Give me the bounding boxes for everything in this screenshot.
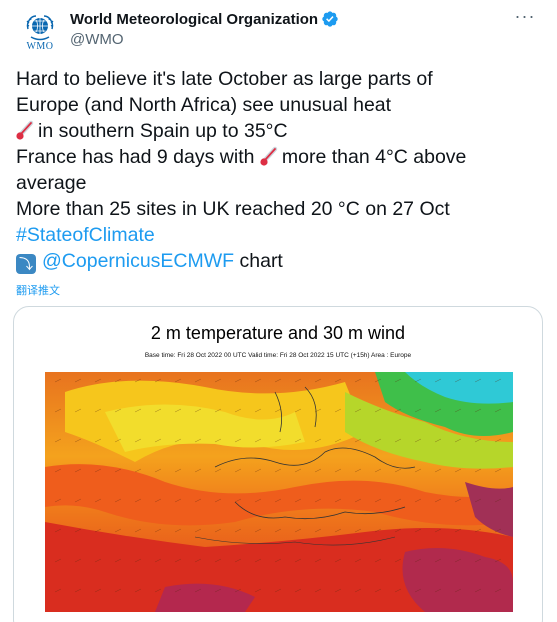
handle[interactable]: @WMO [70, 31, 339, 48]
tweet: WMO World Meteorological Organization @W… [0, 0, 557, 622]
tweet-line-6: More than 25 sites in UK reached 20 °C o… [16, 198, 450, 220]
display-name[interactable]: World Meteorological Organization [70, 11, 318, 28]
tweet-line-3-text: in southern Spain up to 35°C [38, 120, 288, 142]
verified-badge-icon [322, 11, 338, 27]
mention-link[interactable]: @CopernicusECMWF [42, 250, 234, 272]
tweet-text: Hard to believe it's late October as lar… [16, 66, 541, 274]
wmo-logo-icon [26, 14, 54, 40]
thermometer-emoji-icon [260, 146, 278, 166]
avatar[interactable]: WMO [16, 8, 64, 56]
tweet-line-8-tail: chart [239, 250, 283, 272]
more-options-button[interactable]: ··· [513, 7, 537, 34]
chart-title: 2 m temperature and 30 m wind [150, 323, 406, 343]
tweet-line-4b: more than 4°C above [281, 146, 467, 168]
account-names: World Meteorological Organization @WMO [70, 8, 339, 56]
hashtag-link[interactable]: #StateofClimate [16, 224, 155, 246]
more-options-icon: ··· [514, 6, 536, 26]
tweet-header: WMO World Meteorological Organization @W… [16, 7, 541, 56]
tweet-line-4: France has had 9 days with more than 4°C… [16, 144, 541, 170]
avatar-label: WMO [26, 40, 54, 52]
tweet-line-1: Hard to believe it's late October as lar… [16, 68, 433, 90]
tweet-line-4a: France has had 9 days with [16, 146, 255, 168]
tweet-line-2: Europe (and North Africa) see unusual he… [16, 94, 392, 116]
name-row: World Meteorological Organization [70, 10, 339, 28]
chart-subtitle: Base time: Fri 28 Oct 2022 00 UTC Valid … [144, 352, 412, 359]
arrow-down-right-emoji-icon: ⤵ [16, 254, 36, 274]
translate-tweet-link[interactable]: 翻译推文 [16, 282, 60, 298]
hashtag-line: #StateofClimate [16, 222, 541, 248]
tweet-line-3: in southern Spain up to 35°C [16, 118, 541, 144]
temperature-map-image [45, 372, 513, 612]
thermometer-emoji-icon [16, 120, 34, 140]
tweet-media-card[interactable]: 2 m temperature and 30 m wind Base time:… [13, 306, 543, 622]
tweet-line-5: average [16, 172, 87, 194]
tweet-line-8: ⤵ @CopernicusECMWF chart [16, 248, 541, 274]
